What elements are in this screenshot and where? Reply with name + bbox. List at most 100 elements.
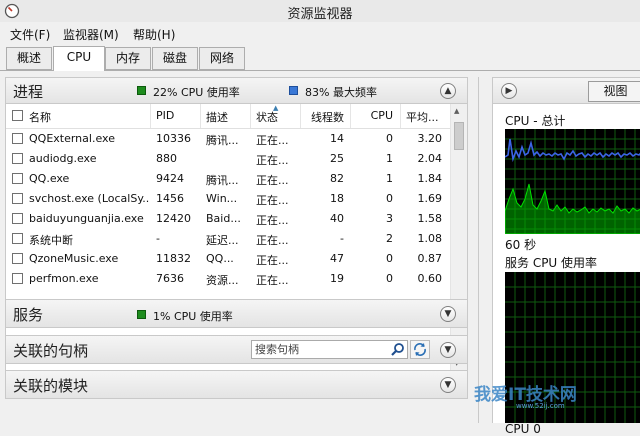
table-header: 名称 PID 描述 状态 ▲ 线程数 CPU 平均... <box>6 104 452 129</box>
process-pid: 10336 <box>156 132 191 145</box>
process-cpu: 0 <box>386 252 393 265</box>
scroll-up-icon[interactable]: ▲ <box>454 107 459 115</box>
modules-header[interactable]: 关联的模块 ▼ <box>5 370 468 399</box>
column-name[interactable]: 名称 <box>29 109 51 125</box>
refresh-icon <box>414 343 426 356</box>
table-row[interactable]: perfmon.exe 7636 资源... 正在... 19 0 0.60 <box>6 269 452 289</box>
processes-max-frequency: 83% 最大频率 <box>305 86 377 99</box>
column-pid[interactable]: PID <box>156 109 174 122</box>
window-title: 资源监视器 <box>287 7 353 22</box>
table-row[interactable]: QzoneMusic.exe 11832 QQ... 正在... 47 0 0.… <box>6 249 452 269</box>
search-icon[interactable] <box>390 342 405 357</box>
tab-network[interactable]: 网络 <box>199 47 245 70</box>
process-name: QQExternal.exe <box>29 132 115 145</box>
process-name: perfmon.exe <box>29 272 99 285</box>
column-average-cpu[interactable]: 平均... <box>406 109 439 125</box>
process-average-cpu: 1.84 <box>417 172 443 185</box>
row-checkbox[interactable] <box>12 213 23 224</box>
menu-monitor[interactable]: 监视器(M) <box>63 26 119 43</box>
processes-cpu-usage: 22% CPU 使用率 <box>153 86 240 99</box>
refresh-button[interactable] <box>410 340 430 359</box>
row-checkbox[interactable] <box>12 153 23 164</box>
scrollbar-thumb[interactable] <box>454 122 464 150</box>
chevron-up-icon[interactable]: ▲ <box>440 83 456 99</box>
process-cpu: 0 <box>386 272 393 285</box>
right-pane: ▶ 视图 CPU - 总计 60 秒 服务 CPU 使用率 CPU 0 <box>492 77 640 436</box>
table-row[interactable]: baiduyunguanjia.exe 12420 Baid... 正在... … <box>6 209 452 229</box>
tab-disk[interactable]: 磁盘 <box>152 47 198 70</box>
process-cpu: 1 <box>386 152 393 165</box>
process-pid: 880 <box>156 152 177 165</box>
process-description: 延迟... <box>206 234 239 247</box>
search-handles-placeholder: 搜索句柄 <box>255 343 299 356</box>
column-cpu[interactable]: CPU <box>356 109 393 122</box>
process-description: 腾讯... <box>206 134 239 147</box>
process-pid: 7636 <box>156 272 184 285</box>
column-description[interactable]: 描述 <box>206 109 228 125</box>
handles-title: 关联的句柄 <box>13 342 89 360</box>
cpu-usage-legend-icon <box>137 86 146 95</box>
process-status: 正在... <box>256 154 289 167</box>
chevron-down-icon[interactable]: ▼ <box>440 342 456 358</box>
process-table: 名称 PID 描述 状态 ▲ 线程数 CPU 平均... QQExternal.… <box>5 104 468 371</box>
process-description: Baid... <box>206 212 241 225</box>
process-cpu: 1 <box>386 172 393 185</box>
table-scrollbar[interactable]: ▲ ▼ <box>450 104 467 370</box>
table-row[interactable]: 系统中断 - 延迟... 正在... - 2 1.08 <box>6 229 452 249</box>
chevron-down-icon[interactable]: ▼ <box>440 377 456 393</box>
processes-title: 进程 <box>13 83 44 101</box>
tab-memory[interactable]: 内存 <box>105 47 151 70</box>
process-pid: 12420 <box>156 212 191 225</box>
tab-cpu[interactable]: CPU <box>53 46 105 71</box>
process-status: 正在... <box>256 134 289 147</box>
max-frequency-legend-icon <box>289 86 298 95</box>
process-status: 正在... <box>256 254 289 267</box>
services-header[interactable]: 服务 1% CPU 使用率 ▼ <box>5 299 468 328</box>
services-title: 服务 <box>13 306 44 324</box>
process-status: 正在... <box>256 194 289 207</box>
process-cpu: 0 <box>386 192 393 205</box>
column-divider <box>300 104 301 128</box>
process-status: 正在... <box>256 214 289 227</box>
process-average-cpu: 2.04 <box>417 152 443 165</box>
sort-arrow-icon: ▲ <box>273 104 279 112</box>
table-row[interactable]: QQ.exe 9424 腾讯... 正在... 82 1 1.84 <box>6 169 452 189</box>
title-bar: 资源监视器 <box>0 0 640 22</box>
process-threads: 40 <box>330 212 344 225</box>
table-row[interactable]: audiodg.exe 880 正在... 25 1 2.04 <box>6 149 452 169</box>
pane-splitter[interactable] <box>478 77 479 423</box>
process-name: QQ.exe <box>29 172 70 185</box>
process-pid: 1456 <box>156 192 184 205</box>
view-button[interactable]: 视图 <box>588 81 640 102</box>
search-handles-input[interactable]: 搜索句柄 <box>251 340 408 359</box>
time-span-label: 60 秒 <box>505 238 537 252</box>
row-checkbox[interactable] <box>12 233 23 244</box>
process-name: QzoneMusic.exe <box>29 252 119 265</box>
row-checkbox[interactable] <box>12 253 23 264</box>
table-row[interactable]: svchost.exe (LocalSy... 1456 Win... 正在..… <box>6 189 452 209</box>
process-threads: 18 <box>330 192 344 205</box>
handles-header[interactable]: 关联的句柄 搜索句柄 ▼ <box>5 335 468 364</box>
modules-title: 关联的模块 <box>13 377 89 395</box>
chevron-right-icon[interactable]: ▶ <box>501 83 517 99</box>
column-threads[interactable]: 线程数 <box>306 109 344 125</box>
row-checkbox[interactable] <box>12 193 23 204</box>
table-row[interactable]: QQExternal.exe 10336 腾讯... 正在... 14 0 3.… <box>6 129 452 149</box>
select-all-checkbox[interactable] <box>12 110 23 121</box>
row-checkbox[interactable] <box>12 173 23 184</box>
process-pid: 9424 <box>156 172 184 185</box>
row-checkbox[interactable] <box>12 133 23 144</box>
column-divider <box>200 104 201 128</box>
row-checkbox[interactable] <box>12 273 23 284</box>
process-average-cpu: 0.60 <box>417 272 443 285</box>
process-name: baiduyunguanjia.exe <box>29 212 144 225</box>
menu-file[interactable]: 文件(F) <box>10 26 50 43</box>
process-name: 系统中断 <box>29 234 73 247</box>
cpu-total-graph <box>505 129 640 234</box>
menu-help[interactable]: 帮助(H) <box>133 26 175 43</box>
processes-header[interactable]: 进程 22% CPU 使用率 83% 最大频率 ▲ <box>5 77 468 104</box>
process-description: 腾讯... <box>206 174 239 187</box>
tab-overview[interactable]: 概述 <box>6 47 52 70</box>
process-cpu: 3 <box>386 212 393 225</box>
chevron-down-icon[interactable]: ▼ <box>440 306 456 322</box>
